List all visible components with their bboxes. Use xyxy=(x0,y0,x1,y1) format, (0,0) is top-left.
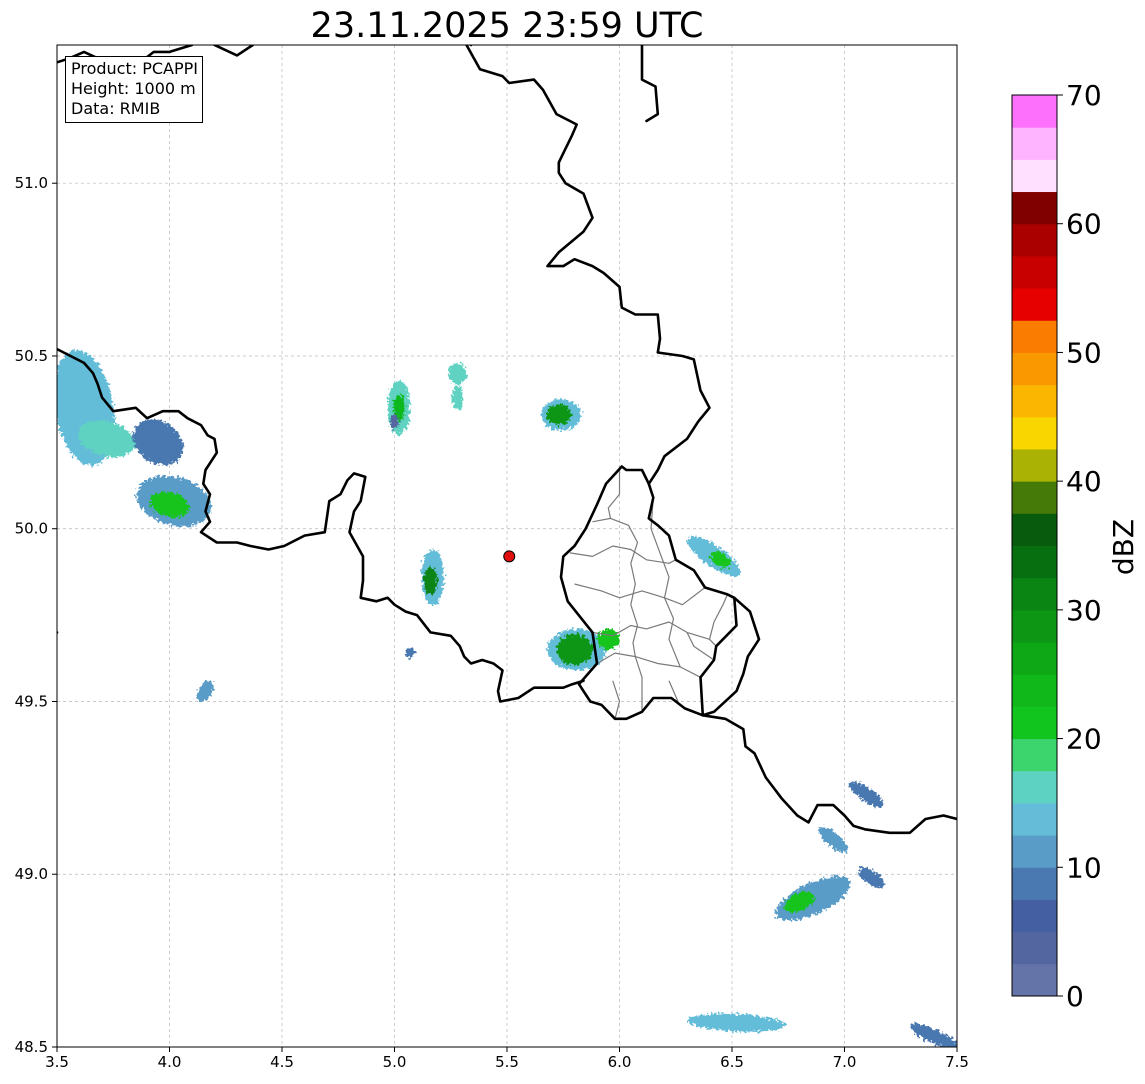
colorbar-tick-label: 0 xyxy=(1066,980,1084,1013)
radar-echo-cell xyxy=(448,362,467,384)
colorbar-segment xyxy=(1012,738,1057,772)
x-axis-ticks: 3.5 4.0 4.5 5.0 5.5 6.0 6.5 7.0 7.5 xyxy=(45,1047,969,1071)
colorbar-segment xyxy=(1012,802,1057,836)
colorbar-segment xyxy=(1012,159,1057,193)
product-line: Product: PCAPPI xyxy=(71,59,199,78)
x-tick-label: 3.5 xyxy=(45,1053,69,1071)
radar-echo-cell xyxy=(390,414,399,429)
radar-site-layer xyxy=(503,550,516,563)
colorbar-segment xyxy=(1012,899,1057,933)
x-tick-label: 4.5 xyxy=(270,1053,294,1071)
colorbar-segment xyxy=(1012,223,1057,257)
x-tick-label: 4.0 xyxy=(158,1053,182,1071)
colorbar-tick-label: 20 xyxy=(1066,723,1102,756)
x-tick-label: 7.5 xyxy=(945,1053,969,1071)
colorbar-segment xyxy=(1012,352,1057,386)
colorbar-tick-label: 10 xyxy=(1066,851,1102,884)
x-tick-label: 5.5 xyxy=(495,1053,519,1071)
colorbar-segment xyxy=(1012,642,1057,675)
radar-site-marker xyxy=(503,550,516,563)
colorbar-segment xyxy=(1012,95,1057,128)
colorbar-ticks: 0 10 20 30 40 50 60 70 xyxy=(1057,79,1102,1013)
colorbar-segment xyxy=(1012,770,1057,804)
data-source-line: Data: RMIB xyxy=(71,99,161,118)
colorbar-segment xyxy=(1012,191,1057,225)
colorbar-tick-label: 30 xyxy=(1066,594,1102,627)
radar-echo-cell xyxy=(451,385,464,410)
y-tick-label: 51.0 xyxy=(15,174,48,192)
colorbar-segment xyxy=(1012,577,1057,611)
colorbar-segment xyxy=(1012,835,1057,868)
colorbar-segment xyxy=(1012,127,1057,160)
colorbar-segment xyxy=(1012,963,1057,997)
colorbar-segment xyxy=(1012,384,1057,418)
y-tick-label: 50.5 xyxy=(15,347,48,365)
radar-echo-cell xyxy=(423,566,438,595)
y-tick-label: 50.0 xyxy=(15,520,48,538)
x-tick-label: 6.0 xyxy=(608,1053,632,1071)
height-line: Height: 1000 m xyxy=(71,79,196,98)
colorbar-segment xyxy=(1012,448,1057,482)
y-tick-label: 49.0 xyxy=(15,865,48,883)
colorbar-segment xyxy=(1012,288,1057,321)
y-axis-ticks: 48.5 49.0 49.5 50.0 50.5 51.0 xyxy=(15,174,57,1056)
colorbar-segment xyxy=(1012,481,1057,514)
colorbar-segment xyxy=(1012,706,1057,740)
x-tick-label: 6.5 xyxy=(720,1053,744,1071)
colorbar-segment xyxy=(1012,674,1057,707)
colorbar xyxy=(1011,94,1058,997)
colorbar-segment xyxy=(1012,867,1057,900)
colorbar-segment xyxy=(1012,545,1057,579)
colorbar-segment xyxy=(1012,416,1057,450)
y-tick-label: 49.5 xyxy=(15,692,48,710)
radar-echo-cell xyxy=(556,634,593,666)
colorbar-segment xyxy=(1012,320,1057,353)
country-border xyxy=(469,45,473,47)
radar-map-figure: 3.5 4.0 4.5 5.0 5.5 6.0 6.5 7.0 7.5 48.5 49.0 49.5… xyxy=(15,44,1140,1071)
colorbar-tick-label: 70 xyxy=(1066,79,1102,112)
radar-echo-cell xyxy=(405,647,415,659)
x-tick-label: 5.0 xyxy=(383,1053,407,1071)
radar-echo-cell xyxy=(597,628,620,650)
colorbar-segment xyxy=(1012,255,1057,289)
colorbar-tick-label: 50 xyxy=(1066,336,1102,369)
y-tick-label: 48.5 xyxy=(15,1038,48,1056)
x-tick-label: 7.0 xyxy=(833,1053,857,1071)
colorbar-segment xyxy=(1012,513,1057,546)
radar-echo-cell xyxy=(546,404,572,426)
colorbar-label: dBZ xyxy=(1107,519,1140,575)
colorbar-tick-label: 60 xyxy=(1066,208,1102,241)
colorbar-segment xyxy=(1012,931,1057,965)
colorbar-segment xyxy=(1012,609,1057,643)
product-info-box: Product: PCAPPI Height: 1000 m Data: RMI… xyxy=(65,56,204,123)
colorbar-tick-label: 40 xyxy=(1066,465,1102,498)
